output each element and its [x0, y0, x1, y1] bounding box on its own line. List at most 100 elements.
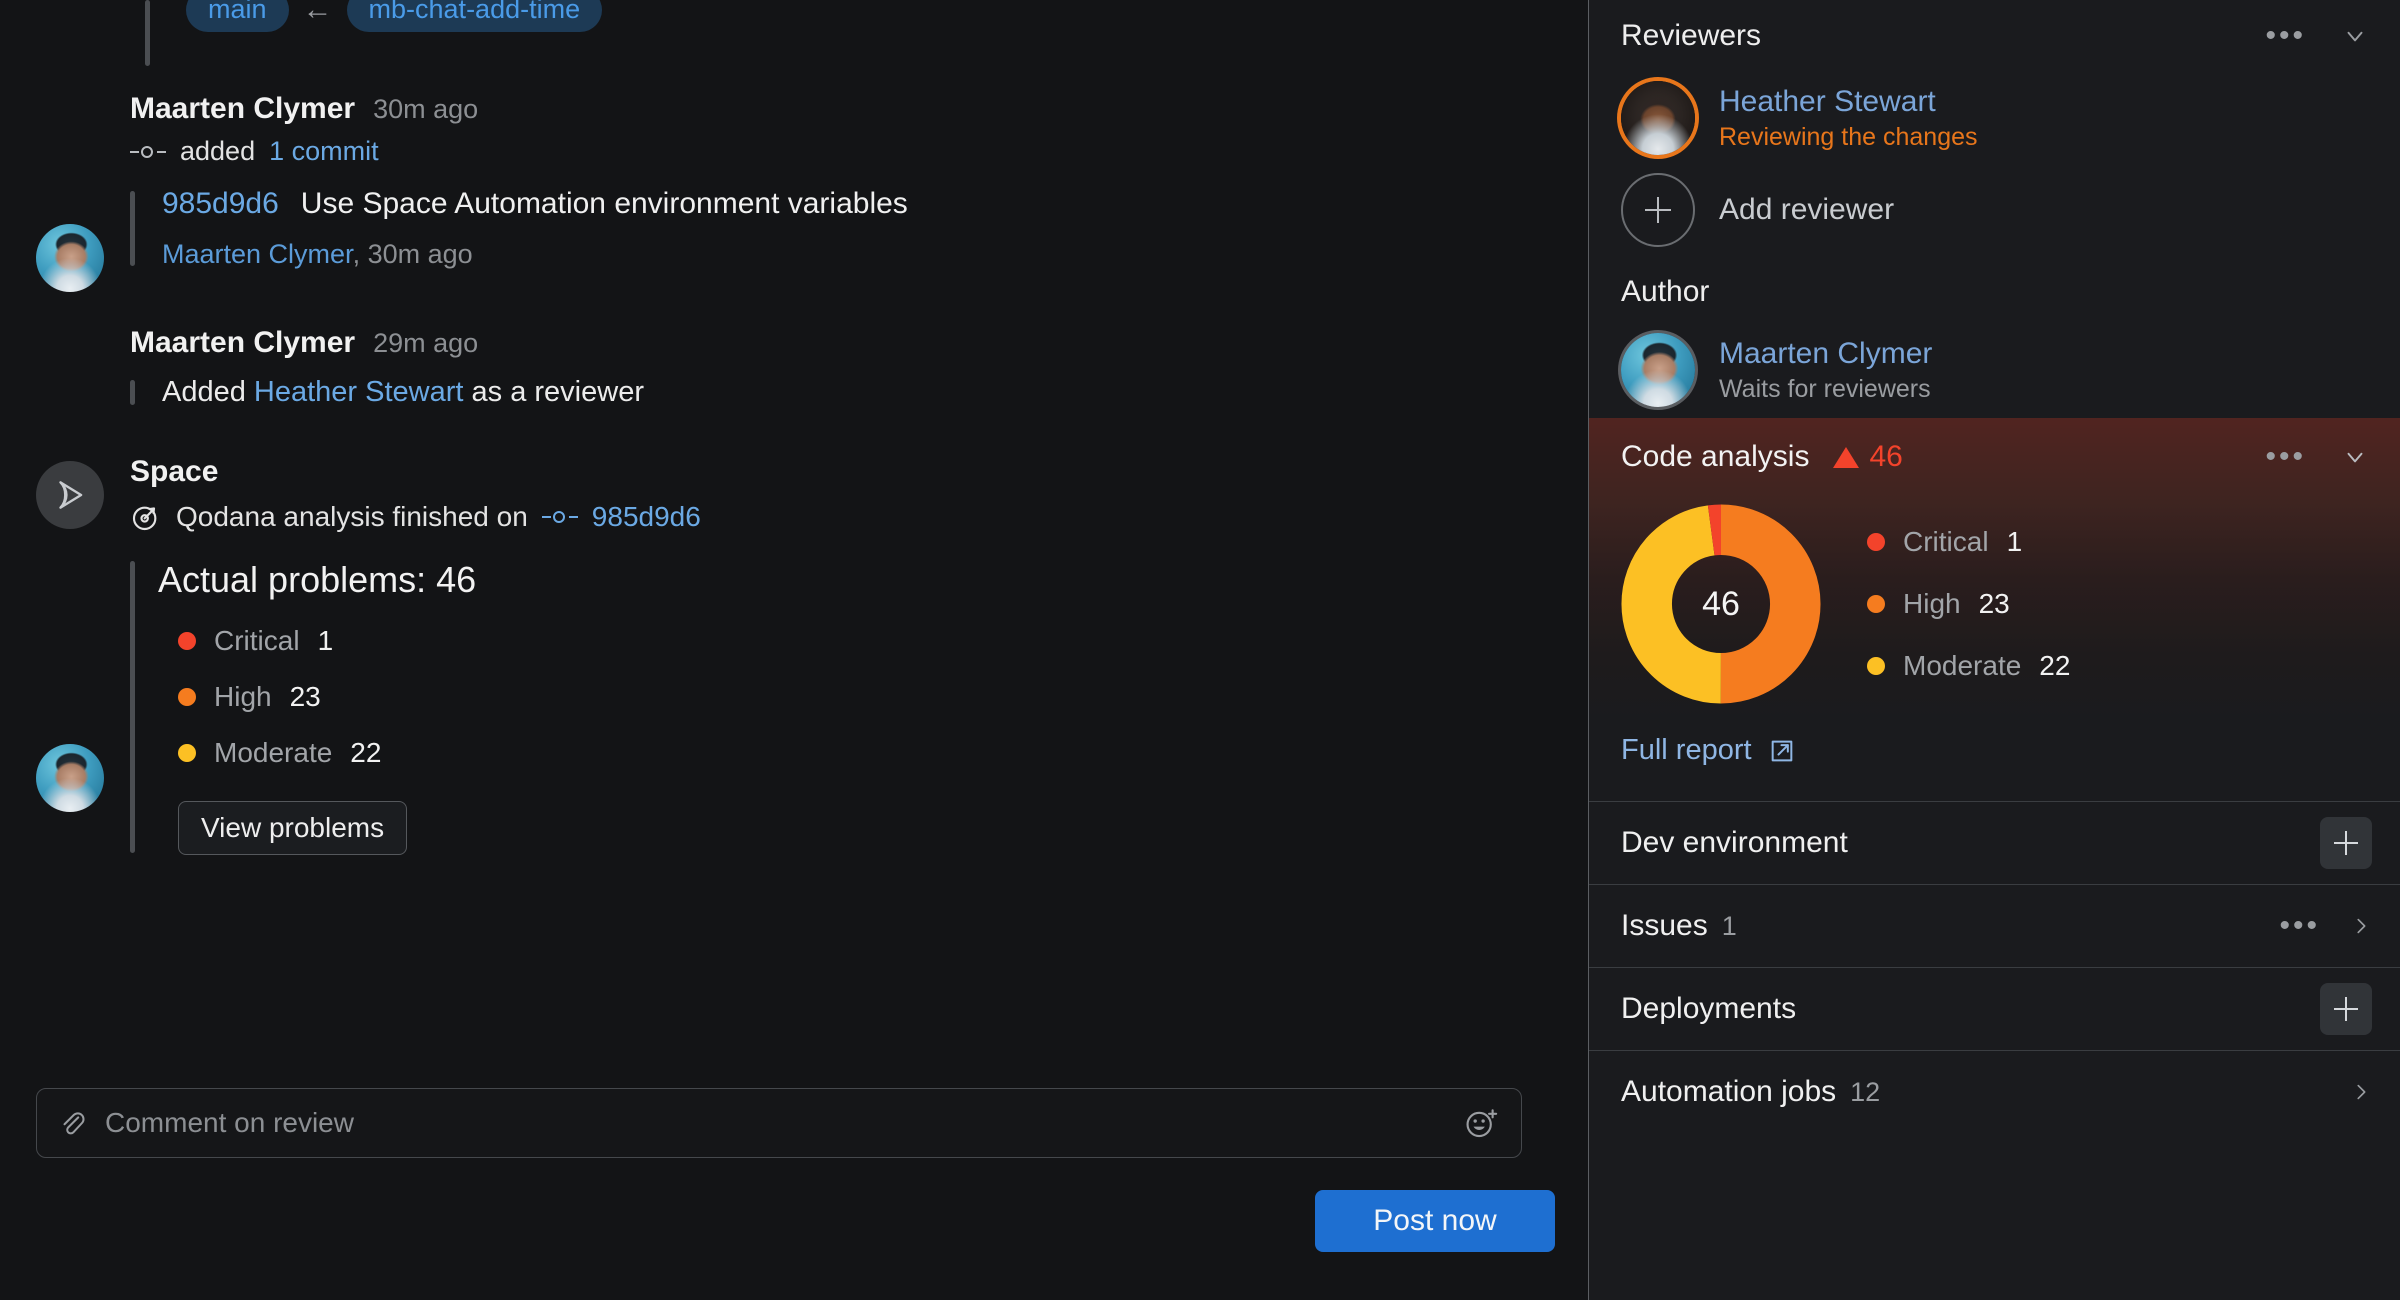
avatar[interactable]	[36, 224, 104, 292]
sidebar-row-deployments[interactable]: Deployments	[1589, 967, 2400, 1050]
ellipsis-icon[interactable]: •••	[2279, 911, 2320, 941]
legend-label: Critical	[1903, 526, 1989, 557]
code-analysis-badge: 46	[1833, 440, 2265, 474]
event-author[interactable]: Maarten Clymer	[130, 92, 355, 126]
commit-meta: Maarten Clymer, 30m ago	[162, 239, 1588, 270]
plus-icon[interactable]	[1621, 173, 1695, 247]
sidebar-row-automation-jobs[interactable]: Automation jobs 12	[1589, 1050, 2400, 1133]
add-reviewer-button[interactable]: Add reviewer	[1621, 164, 2368, 256]
severity-row-high: High 23	[178, 681, 1588, 713]
avatar[interactable]	[1621, 333, 1695, 407]
severity-count: 1	[317, 625, 334, 656]
add-reviewer-label: Add reviewer	[1719, 193, 1895, 226]
add-deployment-button[interactable]	[2320, 983, 2372, 1035]
event-timestamp: 30m ago	[373, 94, 479, 124]
ellipsis-icon[interactable]: •••	[2265, 21, 2306, 51]
full-report-label: Full report	[1621, 734, 1752, 766]
severity-label: Critical	[214, 625, 300, 656]
emoji-add-icon[interactable]	[1463, 1106, 1501, 1140]
target-branch-tag[interactable]: main	[186, 0, 289, 32]
reviewer-name[interactable]: Heather Stewart	[1719, 85, 1978, 119]
comment-input-placeholder[interactable]: Comment on review	[105, 1107, 1463, 1139]
reviewers-title: Reviewers	[1621, 19, 1762, 52]
qodana-commit-hash-link[interactable]: 985d9d6	[592, 501, 701, 533]
sidebar-row-dev-environment[interactable]: Dev environment	[1589, 801, 2400, 884]
event-header: Maarten Clymer 29m ago	[130, 326, 1588, 360]
severity-row-moderate: Moderate 22	[178, 737, 1588, 769]
chevron-right-icon[interactable]	[2350, 913, 2372, 939]
chevron-right-icon[interactable]	[2350, 1079, 2372, 1105]
legend-count: 1	[2006, 526, 2023, 557]
view-problems-button[interactable]: View problems	[178, 801, 408, 855]
commit-detail-block: 985d9d6 Use Space Automation environment…	[130, 187, 1588, 270]
reviewer-status: Reviewing the changes	[1719, 122, 1978, 151]
severity-dot	[178, 632, 196, 650]
problems-donut-chart: 46	[1621, 504, 1821, 704]
chevron-down-icon[interactable]	[2342, 23, 2368, 49]
reviewer-row[interactable]: Heather Stewart Reviewing the changes	[1621, 72, 2368, 164]
row-count: 1	[1721, 910, 1737, 941]
commit-hash-link[interactable]: 985d9d6	[162, 187, 279, 221]
legend-dot	[1867, 595, 1885, 613]
qodana-icon	[130, 501, 162, 533]
event-header: Maarten Clymer 30m ago	[130, 92, 1588, 126]
commit-icon	[541, 510, 578, 524]
legend-count: 23	[1978, 588, 2010, 619]
sidebar-row-issues[interactable]: Issues 1 •••	[1589, 884, 2400, 967]
severity-count: 22	[350, 737, 382, 768]
branch-row: main ← mb-chat-add-time	[0, 0, 1588, 46]
timeline-event-reviewer: Maarten Clymer 29m ago Added Heather Ste…	[0, 326, 1588, 812]
commit-line: 985d9d6 Use Space Automation environment…	[162, 187, 1588, 221]
external-link-icon	[1768, 737, 1796, 765]
branch-rail	[145, 0, 150, 66]
avatar[interactable]	[1621, 81, 1695, 155]
comment-composer[interactable]: Comment on review	[36, 1088, 1522, 1158]
sidebar: Reviewers ••• Heather Stewart Reviewing …	[1588, 0, 2400, 1300]
legend-count: 22	[2039, 650, 2071, 681]
author-row[interactable]: Maarten Clymer Waits for reviewers	[1621, 322, 2368, 418]
author-title: Author	[1621, 275, 1710, 308]
code-analysis-title: Code analysis	[1621, 440, 1810, 473]
arrow-left-icon: ←	[302, 0, 333, 26]
timeline-event-commit: Maarten Clymer 30m ago added 1 commit 98…	[0, 92, 1588, 292]
chevron-down-icon[interactable]	[2342, 444, 2368, 470]
source-branch-tag[interactable]: mb-chat-add-time	[346, 0, 603, 32]
legend-dot	[1867, 657, 1885, 675]
row-label: Deployments	[1621, 992, 1797, 1025]
commit-count-link[interactable]: 1 commit	[269, 136, 379, 167]
reviewer-link[interactable]: Heather Stewart	[254, 376, 464, 408]
event-author[interactable]: Maarten Clymer	[130, 326, 355, 360]
text-before: Added	[162, 376, 254, 408]
commit-author-link[interactable]: Maarten Clymer	[162, 239, 353, 269]
severity-count: 23	[289, 681, 321, 712]
text-after: as a reviewer	[463, 376, 644, 408]
space-title: Space	[130, 455, 219, 488]
add-dev-environment-button[interactable]	[2320, 817, 2372, 869]
code-analysis-panel: Code analysis 46 ••• 46 Critical 1 High …	[1589, 418, 2400, 801]
reviewers-header: Reviewers •••	[1621, 0, 2368, 72]
severity-dot	[178, 688, 196, 706]
row-label: Automation jobs	[1621, 1075, 1837, 1108]
author-section: Author Maarten Clymer Waits for reviewer…	[1589, 256, 2400, 418]
commit-time: 30m ago	[367, 239, 473, 269]
event-timestamp: 29m ago	[373, 328, 479, 358]
full-report-link[interactable]: Full report	[1589, 704, 2400, 801]
code-analysis-header: Code analysis 46 •••	[1589, 418, 2400, 496]
legend-label: High	[1903, 588, 1961, 619]
code-analysis-count: 46	[1869, 440, 1903, 473]
author-header: Author	[1621, 262, 2368, 322]
legend-row-moderate: Moderate 22	[1867, 650, 2070, 682]
reviewer-added-block: Added Heather Stewart as a reviewer	[130, 376, 1588, 409]
legend-dot	[1867, 533, 1885, 551]
paperclip-icon[interactable]	[57, 1108, 87, 1138]
space-automation-message: Space Qodana analysis finished on 985d9d…	[0, 455, 1588, 855]
commit-message: Use Space Automation environment variabl…	[300, 187, 908, 220]
post-now-button[interactable]: Post now	[1315, 1190, 1555, 1252]
row-label: Issues	[1621, 909, 1708, 942]
warning-triangle-icon	[1833, 446, 1860, 468]
author-name[interactable]: Maarten Clymer	[1719, 337, 1932, 371]
ellipsis-icon[interactable]: •••	[2265, 442, 2306, 472]
severity-dot	[178, 744, 196, 762]
analysis-detail-block: Actual problems: 46 Critical 1 High 23 M…	[130, 559, 1588, 855]
legend-label: Moderate	[1903, 650, 2022, 681]
